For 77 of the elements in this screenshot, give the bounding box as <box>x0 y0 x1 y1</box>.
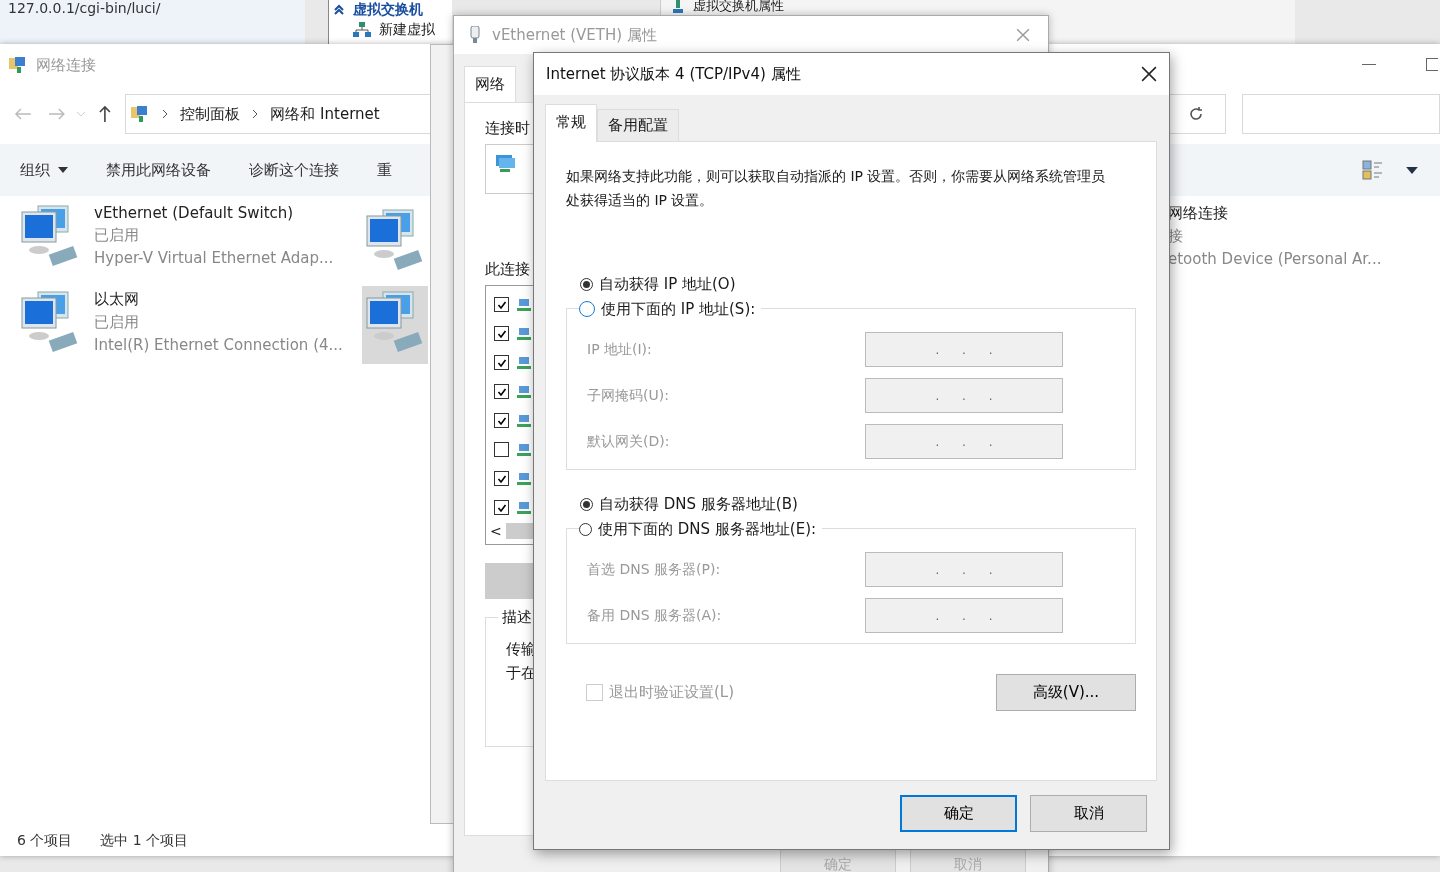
field-label: 子网掩码(U): <box>587 386 669 405</box>
address-text: 127.0.0.1/cgi-bin/luci/ <box>8 0 161 16</box>
search-field[interactable] <box>1242 94 1440 134</box>
check-icon <box>496 473 507 484</box>
caret-icon[interactable] <box>1406 166 1418 174</box>
toolbar-button[interactable]: 重 <box>369 156 400 184</box>
connection-device: Hyper-V Virtual Ethernet Adap... <box>94 249 334 267</box>
toolbar-button[interactable]: 诊断这个连接 <box>241 156 347 184</box>
chevron-icon <box>162 109 169 119</box>
status-text: 6 个项目 <box>17 832 73 850</box>
component-icon <box>517 413 531 428</box>
checkbox[interactable] <box>494 355 509 370</box>
minimize-icon[interactable] <box>1362 64 1376 66</box>
check-icon <box>496 328 507 339</box>
checkbox[interactable] <box>494 297 509 312</box>
refresh-icon <box>1188 106 1205 122</box>
check-icon <box>496 502 507 513</box>
radio-option[interactable]: 自动获得 IP 地址(O) <box>580 272 1136 296</box>
tab[interactable]: 备用配置 <box>597 109 679 141</box>
window-title: vEthernet (VETH) 属性 <box>492 25 657 45</box>
connection-device: Intel(R) Ethernet Connection (4... <box>94 336 343 354</box>
adapter-icon <box>470 26 480 44</box>
connection-tile[interactable] <box>362 286 428 364</box>
component-icon <box>517 297 531 312</box>
field-label: 首选 DNS 服务器(P): <box>587 560 721 579</box>
breadcrumb-item[interactable]: 网络和 Internet <box>270 104 380 124</box>
checkbox[interactable] <box>494 413 509 428</box>
connection-name: 以太网 <box>94 290 140 309</box>
connection-device: etooth Device (Personal Ar... <box>1168 250 1383 268</box>
chevron-icon <box>252 109 259 119</box>
field-label: 连接时 <box>485 119 530 138</box>
field-label: 默认网关(D): <box>587 432 670 451</box>
component-icon <box>517 384 531 399</box>
intro-text: 如果网络支持此功能，则可以获取自动指派的 IP 设置。否则，你需要从网络系统管理员处获得适当的 IP 设置。 <box>566 167 1107 210</box>
window-title: Internet 协议版本 4 (TCP/IPv4) 属性 <box>546 64 801 84</box>
maximize-icon[interactable] <box>1424 58 1438 72</box>
component-icon <box>517 326 531 341</box>
section-heading: 虚拟交换机 <box>353 1 423 19</box>
status-text: 选中 1 个项目 <box>100 832 189 850</box>
connection-status: 已启用 <box>94 226 140 245</box>
dialog-button[interactable]: 确定 <box>900 795 1017 832</box>
radio-option[interactable]: 自动获得 DNS 服务器地址(B) <box>580 492 1136 516</box>
action-link[interactable]: 新建虚拟 <box>379 21 435 39</box>
component-icon <box>517 471 531 486</box>
checkbox[interactable] <box>494 442 509 457</box>
check-icon <box>496 299 507 310</box>
view-options-icon[interactable] <box>1362 160 1384 180</box>
switch-icon <box>671 0 685 14</box>
checkbox[interactable] <box>494 500 509 515</box>
check-icon <box>496 415 507 426</box>
field-label: 此连接 <box>485 260 530 279</box>
tab[interactable]: 网络 <box>464 66 516 102</box>
field-label: 备用 DNS 服务器(A): <box>587 606 722 625</box>
advanced-button[interactable]: 高级(V)... <box>996 674 1136 711</box>
connection-name: vEthernet (Default Switch) <box>94 204 295 222</box>
collapse-icon[interactable] <box>333 4 345 16</box>
field-label: IP 地址(I): <box>587 340 652 359</box>
check-icon <box>496 357 507 368</box>
component-icon <box>517 500 531 515</box>
group-label: 描述 <box>498 608 536 627</box>
connection-status: 已启用 <box>94 313 140 332</box>
component-icon <box>517 355 531 370</box>
tab[interactable]: 常规 <box>545 104 597 142</box>
window-title: 网络连接 <box>36 55 96 75</box>
breadcrumb-item[interactable]: 控制面板 <box>180 104 241 124</box>
network-adapter-icon <box>494 153 516 173</box>
toolbar-button[interactable]: 禁用此网络设备 <box>98 156 219 184</box>
network-switch-icon <box>353 22 371 38</box>
checkbox[interactable] <box>494 471 509 486</box>
dialog-button[interactable]: 取消 <box>1030 795 1147 832</box>
checkbox[interactable] <box>494 326 509 341</box>
close-icon[interactable] <box>1141 66 1157 82</box>
checkbox[interactable] <box>494 384 509 399</box>
toolbar-button[interactable]: 组织 <box>12 156 76 184</box>
network-folder-icon <box>8 55 28 75</box>
component-icon <box>517 442 531 457</box>
check-icon <box>496 386 507 397</box>
